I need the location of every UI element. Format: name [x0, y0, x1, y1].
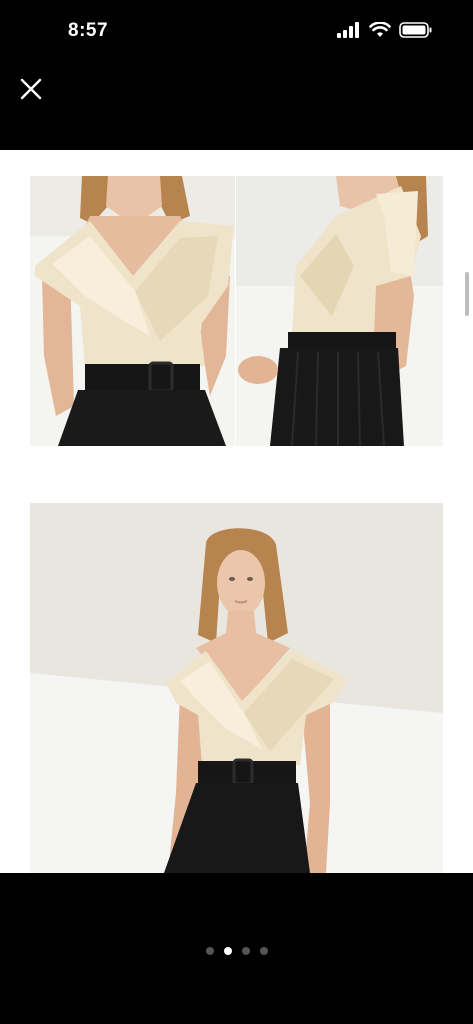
battery-icon [399, 22, 433, 43]
product-photo-full-front[interactable] [30, 503, 443, 873]
close-icon [19, 77, 43, 106]
page-dot-1[interactable] [205, 947, 214, 955]
cellular-signal-icon [337, 22, 361, 43]
product-photo-side-detail[interactable] [236, 176, 443, 446]
bottom-bar [0, 873, 473, 1024]
top-toolbar [0, 62, 473, 150]
page-dot-2[interactable] [223, 947, 232, 955]
image-gallery[interactable] [0, 150, 473, 873]
page-dot-4[interactable] [259, 947, 268, 955]
product-photo-front-detail[interactable] [30, 176, 235, 446]
close-button[interactable] [14, 74, 48, 108]
status-bar: 8:57 [0, 0, 473, 62]
status-time: 8:57 [68, 20, 109, 41]
page-dot-3[interactable] [241, 947, 250, 955]
scroll-indicator[interactable] [465, 272, 469, 316]
page-indicator [0, 947, 473, 955]
wifi-icon [369, 21, 391, 43]
status-icons [337, 21, 433, 43]
